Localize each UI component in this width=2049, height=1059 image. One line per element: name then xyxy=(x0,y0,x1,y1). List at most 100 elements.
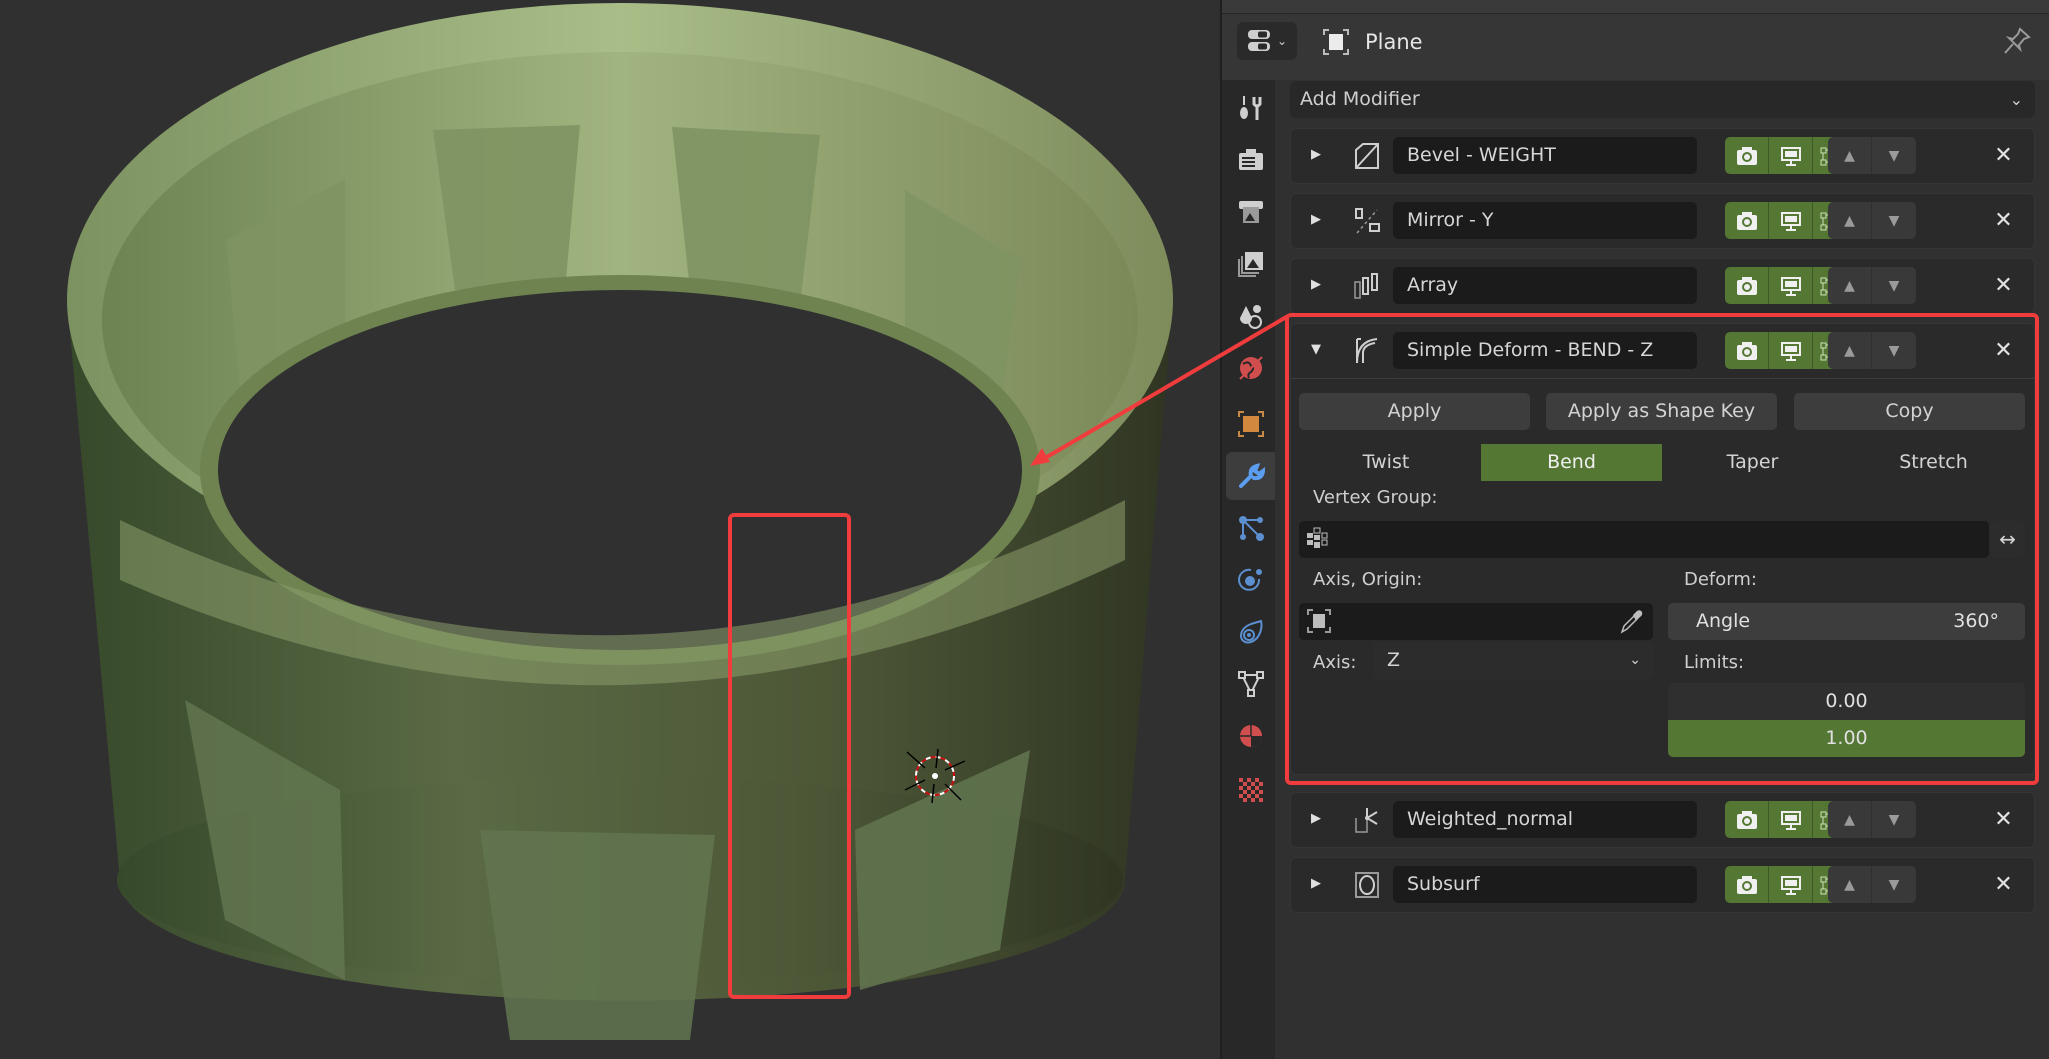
properties-editor: ⌄ Plane Add Modifier ⌄ ▶ Bevel - WEIGHT … xyxy=(1222,0,2049,1059)
viewport-toggle[interactable] xyxy=(1769,202,1813,239)
angle-field[interactable]: Angle 360° xyxy=(1668,603,2025,640)
physics-icon xyxy=(1237,568,1262,591)
tab-physics[interactable] xyxy=(1226,556,1275,604)
viewport-toggle[interactable] xyxy=(1769,332,1813,369)
expand-triangle-icon[interactable]: ▶ xyxy=(1311,277,1325,295)
move-up-button[interactable]: ▲ xyxy=(1828,866,1872,903)
arrow-left-right-icon: ↔ xyxy=(1999,527,2016,551)
subsurf-icon xyxy=(1355,872,1379,898)
modifier-name-field[interactable]: Array xyxy=(1393,267,1697,304)
axis-dropdown[interactable]: Z ⌄ xyxy=(1373,642,1653,679)
render-toggle[interactable] xyxy=(1725,137,1769,174)
tab-render[interactable] xyxy=(1226,136,1275,184)
eyedropper-icon[interactable] xyxy=(1619,608,1643,634)
tab-tool[interactable] xyxy=(1226,84,1275,132)
viewport-toggle[interactable] xyxy=(1769,267,1813,304)
viewport-toggle[interactable] xyxy=(1769,801,1813,838)
tab-output[interactable] xyxy=(1226,188,1275,236)
vertex-group-icon xyxy=(1307,527,1328,548)
close-icon: ✕ xyxy=(1994,807,2013,832)
move-down-button[interactable]: ▼ xyxy=(1872,137,1916,174)
render-toggle[interactable] xyxy=(1725,801,1769,838)
delete-modifier-button[interactable]: ✕ xyxy=(1985,267,2022,304)
ring-model xyxy=(67,3,1173,1040)
modifier-stack: Add Modifier ⌄ ▶ Bevel - WEIGHT ▲ ▼ ✕ ▶ … xyxy=(1275,80,2049,1059)
move-down-button[interactable]: ▼ xyxy=(1872,866,1916,903)
render-toggle[interactable] xyxy=(1725,202,1769,239)
vertex-group-field[interactable] xyxy=(1299,521,1989,558)
camera-icon xyxy=(1736,341,1757,360)
monitor-icon xyxy=(1780,875,1801,895)
render-toggle[interactable] xyxy=(1725,866,1769,903)
3d-viewport[interactable] xyxy=(0,0,1220,1059)
tab-world[interactable] xyxy=(1226,344,1275,392)
viewport-toggle[interactable] xyxy=(1769,866,1813,903)
invert-vertex-group-button[interactable]: ↔ xyxy=(1990,521,2025,558)
move-buttons: ▲ ▼ xyxy=(1828,267,1916,304)
move-up-button[interactable]: ▲ xyxy=(1828,137,1872,174)
properties-header: ⌄ Plane xyxy=(1222,14,2049,80)
modifier-name-field[interactable]: Bevel - WEIGHT xyxy=(1393,137,1697,174)
move-down-button[interactable]: ▼ xyxy=(1872,202,1916,239)
render-toggle[interactable] xyxy=(1725,332,1769,369)
expand-triangle-icon[interactable]: ▶ xyxy=(1311,811,1325,829)
object-name: Plane xyxy=(1365,30,1423,54)
move-down-button[interactable]: ▼ xyxy=(1872,332,1916,369)
move-up-button[interactable]: ▲ xyxy=(1828,267,1872,304)
modifier-panel-array: ▶ Array ▲ ▼ ✕ xyxy=(1290,258,2035,314)
apply-button[interactable]: Apply xyxy=(1299,393,1530,430)
monitor-icon xyxy=(1780,146,1801,166)
tab-texture[interactable] xyxy=(1226,766,1275,814)
editor-type-button[interactable]: ⌄ xyxy=(1237,22,1297,60)
modifier-name-field[interactable]: Weighted_normal xyxy=(1393,801,1697,838)
tab-view-layer[interactable] xyxy=(1226,240,1275,288)
tab-particles[interactable] xyxy=(1226,504,1275,552)
tab-modifiers[interactable] xyxy=(1226,452,1275,500)
mode-stretch[interactable]: Stretch xyxy=(1843,444,2024,481)
modifier-name-field[interactable]: Simple Deform - BEND - Z xyxy=(1393,332,1697,369)
bevel-icon xyxy=(1355,143,1379,169)
mode-taper[interactable]: Taper xyxy=(1662,444,1843,481)
expand-triangle-icon[interactable]: ▶ xyxy=(1311,876,1325,894)
expand-triangle-icon[interactable]: ▶ xyxy=(1311,147,1325,165)
close-icon: ✕ xyxy=(1994,143,2013,168)
viewport-toggle[interactable] xyxy=(1769,137,1813,174)
mode-bend[interactable]: Bend xyxy=(1481,444,1662,481)
collapse-triangle-icon[interactable]: ▼ xyxy=(1311,342,1325,360)
axis-origin-field[interactable] xyxy=(1299,603,1653,640)
modifier-panel-weighted-normal: ▶ Weighted_normal ▲ ▼ ✕ xyxy=(1290,792,2035,848)
move-up-button[interactable]: ▲ xyxy=(1828,801,1872,838)
limit-min-field[interactable]: 0.00 xyxy=(1668,683,2025,720)
expand-triangle-icon[interactable]: ▶ xyxy=(1311,212,1325,230)
pin-icon[interactable] xyxy=(2002,26,2032,56)
delete-modifier-button[interactable]: ✕ xyxy=(1985,202,2022,239)
delete-modifier-button[interactable]: ✕ xyxy=(1985,137,2022,174)
move-down-button[interactable]: ▼ xyxy=(1872,801,1916,838)
add-modifier-dropdown[interactable]: Add Modifier ⌄ xyxy=(1290,81,2035,118)
apply-as-shape-key-button[interactable]: Apply as Shape Key xyxy=(1546,393,1777,430)
tab-constraints[interactable] xyxy=(1226,608,1275,656)
move-up-button[interactable]: ▲ xyxy=(1828,332,1872,369)
modifier-name-field[interactable]: Mirror - Y xyxy=(1393,202,1697,239)
copy-button[interactable]: Copy xyxy=(1794,393,2025,430)
render-toggle[interactable] xyxy=(1725,267,1769,304)
delete-modifier-button[interactable]: ✕ xyxy=(1985,801,2022,838)
axis-value: Z xyxy=(1387,649,1401,671)
tab-object[interactable] xyxy=(1226,400,1275,448)
modifier-name-field[interactable]: Subsurf xyxy=(1393,866,1697,903)
tab-data[interactable] xyxy=(1226,660,1275,708)
delete-modifier-button[interactable]: ✕ xyxy=(1985,332,2022,369)
move-down-button[interactable]: ▼ xyxy=(1872,267,1916,304)
tab-scene[interactable] xyxy=(1226,292,1275,340)
render-icon xyxy=(1238,149,1263,170)
view-layer-icon xyxy=(1237,252,1263,277)
properties-tabs xyxy=(1222,80,1275,1059)
limit-max-field[interactable]: 1.00 xyxy=(1668,720,2025,757)
world-icon xyxy=(1238,356,1263,380)
camera-icon xyxy=(1736,810,1757,829)
move-buttons: ▲ ▼ xyxy=(1828,866,1916,903)
tab-material[interactable] xyxy=(1226,712,1275,760)
move-up-button[interactable]: ▲ xyxy=(1828,202,1872,239)
delete-modifier-button[interactable]: ✕ xyxy=(1985,866,2022,903)
mode-twist[interactable]: Twist xyxy=(1299,444,1473,481)
